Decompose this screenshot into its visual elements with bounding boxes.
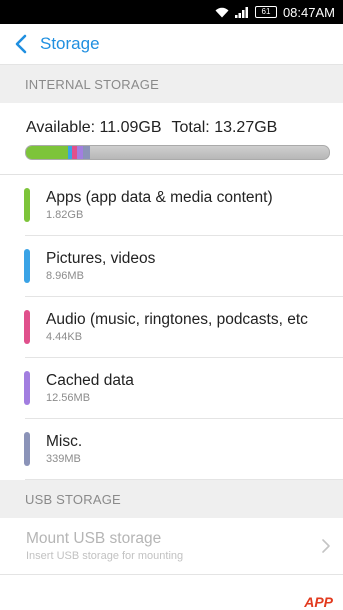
title-bar: Storage [0, 24, 343, 65]
battery-icon: 61 [254, 6, 277, 18]
category-label: Cached data [46, 372, 134, 389]
available-text: Available: 11.09GB [26, 119, 162, 136]
total-text: Total: 13.27GB [171, 119, 278, 136]
category-size: 339MB [46, 453, 81, 465]
storage-category-item[interactable]: Cached data 12.56MB [24, 358, 343, 419]
storage-category-item[interactable]: Misc. 339MB [24, 419, 343, 480]
category-size: 8.96MB [46, 270, 84, 282]
category-size: 1.82GB [46, 209, 84, 221]
battery-level: 61 [261, 7, 271, 16]
category-label: Pictures, videos [46, 250, 156, 267]
category-color-swatch [24, 371, 30, 405]
category-text: Audio (music, ringtones, podcasts, etc 4.… [46, 311, 324, 343]
mount-usb-title: Mount USB storage [26, 530, 162, 547]
category-label: Audio (music, ringtones, podcasts, etc [46, 311, 308, 328]
category-size: 4.44KB [46, 331, 83, 343]
category-color-swatch [24, 249, 30, 283]
category-label: Apps (app data & media content) [46, 189, 273, 206]
category-text: Pictures, videos 8.96MB [46, 250, 324, 282]
storage-category-list: Apps (app data & media content) 1.82GB Pic… [0, 175, 343, 480]
usb-storage-header: USB STORAGE [0, 480, 343, 518]
storage-usage-bar [25, 145, 330, 160]
signal-icon [234, 6, 249, 18]
category-text: Apps (app data & media content) 1.82GB [46, 189, 324, 221]
category-text: Cached data 12.56MB [46, 372, 324, 404]
usage-segment [26, 146, 68, 159]
storage-category-item[interactable]: Pictures, videos 8.96MB [24, 236, 343, 297]
category-size: 12.56MB [46, 392, 91, 404]
chevron-right-icon [321, 538, 331, 554]
category-label: Misc. [46, 433, 83, 450]
category-color-swatch [24, 188, 30, 222]
storage-summary-text: Available: 11.09GB Total: 13.27GB [26, 119, 331, 137]
wifi-icon [215, 7, 229, 18]
storage-category-item[interactable]: Apps (app data & media content) 1.82GB [24, 175, 343, 236]
mount-usb-storage-item[interactable]: Mount USB storage Insert USB storage for… [0, 518, 343, 575]
status-bar: 61 08:47AM [0, 0, 343, 24]
internal-storage-header: INTERNAL STORAGE [0, 65, 343, 103]
storage-summary: Available: 11.09GB Total: 13.27GB [0, 103, 343, 160]
watermark-logo: APP [304, 594, 333, 610]
usage-segment [82, 146, 91, 159]
storage-category-item[interactable]: Audio (music, ringtones, podcasts, etc 4.… [24, 297, 343, 358]
mount-usb-subtitle: Insert USB storage for mounting [26, 550, 184, 562]
category-color-swatch [24, 432, 30, 466]
page-title[interactable]: Storage [40, 34, 100, 54]
category-color-swatch [24, 310, 30, 344]
chevron-left-icon[interactable] [14, 34, 30, 54]
category-text: Misc. 339MB [46, 433, 324, 465]
status-time: 08:47AM [282, 4, 335, 20]
